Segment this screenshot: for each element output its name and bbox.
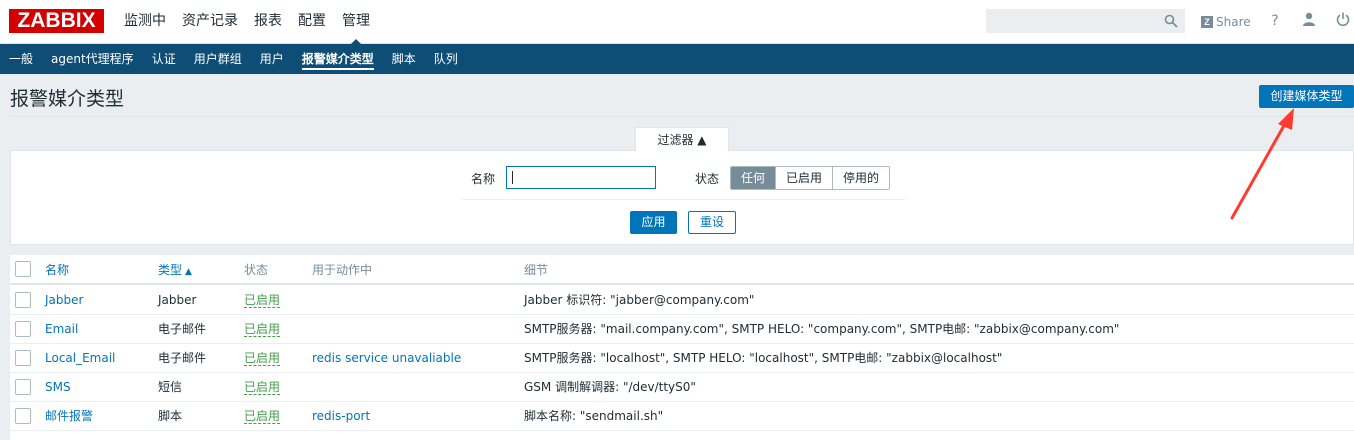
table-row: SMS 短信 已启用 GSM 调制解调器: "/dev/ttyS0" (10, 373, 1354, 402)
global-search (986, 9, 1185, 33)
media-type-details: 脚本名称: "sendmail.sh" (524, 409, 664, 423)
top-bar: ZABBIX 监测中 资产记录 报表 配置 管理 Z Share ? (0, 0, 1354, 45)
sub-nav-general[interactable]: 一般 (0, 44, 42, 74)
media-type-details: Jabber 标识符: "jabber@company.com" (524, 293, 755, 307)
row-checkbox[interactable] (15, 321, 31, 337)
help-icon[interactable]: ? (1266, 12, 1284, 30)
media-type-type: 短信 (158, 380, 183, 394)
header-divider (10, 116, 1354, 117)
create-media-type-button[interactable]: 创建媒体类型 (1259, 85, 1354, 108)
search-icon[interactable] (1164, 14, 1178, 31)
share-link[interactable]: Z Share (1201, 13, 1251, 31)
row-checkbox[interactable] (15, 408, 31, 424)
sub-nav-user-groups[interactable]: 用户群组 (185, 44, 251, 74)
sign-out-icon[interactable] (1334, 12, 1352, 30)
media-type-details: GSM 调制解调器: "/dev/ttyS0" (524, 380, 696, 394)
media-type-name-link[interactable]: Jabber (45, 293, 83, 307)
main-nav-configuration[interactable]: 配置 (290, 0, 334, 44)
text-caret (512, 171, 513, 184)
sort-ascending-icon: ▲ (185, 267, 192, 277)
filter-apply-button[interactable]: 应用 (630, 211, 677, 234)
main-nav-monitoring[interactable]: 监测中 (116, 0, 174, 44)
filter-reset-button[interactable]: 重设 (688, 211, 736, 234)
media-type-name-link[interactable]: SMS (45, 380, 71, 394)
share-label: Share (1216, 15, 1251, 29)
status-toggle[interactable]: 已启用 (244, 351, 281, 366)
filter-name-input[interactable] (506, 166, 656, 189)
table-row: Local_Email 电子邮件 已启用 redis service unava… (10, 344, 1354, 373)
table-header-row: 名称 类型 ▲ 状态 用于动作中 细节 (10, 255, 1354, 285)
filter-status-segmented: 任何 已启用 停用的 (730, 166, 891, 190)
main-nav-administration[interactable]: 管理 (334, 0, 378, 45)
status-toggle[interactable]: 已启用 (244, 322, 281, 337)
zabbix-share-icon: Z (1201, 16, 1213, 28)
filter-toggle-tab[interactable]: 过滤器 ▲ (635, 127, 729, 151)
media-type-type: 电子邮件 (158, 351, 207, 365)
sub-nav-media-types[interactable]: 报警媒介类型 (293, 44, 383, 74)
status-toggle[interactable]: 已启用 (244, 380, 281, 395)
sub-nav-proxies[interactable]: agent代理程序 (42, 44, 143, 74)
sub-nav-users[interactable]: 用户 (251, 44, 293, 74)
status-option-enabled[interactable]: 已启用 (775, 167, 833, 189)
media-type-type: 电子邮件 (158, 322, 207, 336)
media-types-table: 名称 类型 ▲ 状态 用于动作中 细节 Jabber Jabber 已启用 Jab… (10, 255, 1354, 440)
main-nav: 监测中 资产记录 报表 配置 管理 (116, 0, 378, 45)
action-link[interactable]: redis service unavaliable (312, 351, 461, 365)
status-option-any[interactable]: 任何 (731, 167, 776, 189)
column-header-type[interactable]: 类型 ▲ (158, 255, 192, 284)
media-type-type: 脚本 (158, 409, 183, 423)
status-toggle[interactable]: 已启用 (244, 293, 281, 308)
column-header-type-label: 类型 (158, 263, 183, 277)
media-type-name-link[interactable]: Local_Email (45, 351, 115, 365)
filter-divider (462, 199, 905, 200)
table-row: Jabber Jabber 已启用 Jabber 标识符: "jabber@co… (10, 286, 1354, 315)
column-header-used-in-actions: 用于动作中 (312, 263, 373, 277)
column-header-status: 状态 (244, 263, 269, 277)
status-toggle[interactable]: 已启用 (244, 409, 281, 424)
zabbix-logo[interactable]: ZABBIX (9, 9, 104, 33)
media-type-details: SMTP服务器: "mail.company.com", SMTP HELO: … (524, 322, 1120, 336)
user-profile-icon[interactable] (1300, 12, 1318, 30)
select-all-checkbox[interactable] (15, 261, 31, 277)
main-nav-inventory[interactable]: 资产记录 (174, 0, 246, 44)
sub-nav-authentication[interactable]: 认证 (143, 44, 185, 74)
sub-nav-scripts[interactable]: 脚本 (383, 44, 425, 74)
media-type-type: Jabber (158, 293, 197, 307)
filter-name-label: 名称 (471, 172, 496, 186)
status-option-disabled[interactable]: 停用的 (832, 167, 890, 189)
media-type-name-link[interactable]: 邮件报警 (45, 409, 93, 423)
sub-nav: 一般 agent代理程序 认证 用户群组 用户 报警媒介类型 脚本 队列 (0, 44, 1354, 74)
media-type-name-link[interactable]: Email (45, 322, 78, 336)
table-row: 邮件报警 脚本 已启用 redis-port 脚本名称: "sendmail.s… (10, 402, 1354, 431)
action-link[interactable]: redis-port (312, 409, 370, 423)
filter-status-label: 状态 (695, 172, 720, 186)
media-type-details: SMTP服务器: "localhost", SMTP HELO: "localh… (524, 351, 1003, 365)
global-search-input[interactable] (987, 10, 1157, 32)
page-title: 报警媒介类型 (10, 88, 125, 110)
row-checkbox[interactable] (15, 292, 31, 308)
row-checkbox[interactable] (15, 350, 31, 366)
column-header-details: 细节 (524, 263, 549, 277)
row-checkbox[interactable] (15, 379, 31, 395)
main-nav-reports[interactable]: 报表 (246, 0, 290, 44)
sub-nav-queue[interactable]: 队列 (425, 44, 467, 74)
column-header-name[interactable]: 名称 (45, 255, 69, 284)
table-row: Email 电子邮件 已启用 SMTP服务器: "mail.company.co… (10, 315, 1354, 344)
filter-panel: 名称 状态 任何 已启用 停用的 应用 重设 (10, 150, 1354, 245)
